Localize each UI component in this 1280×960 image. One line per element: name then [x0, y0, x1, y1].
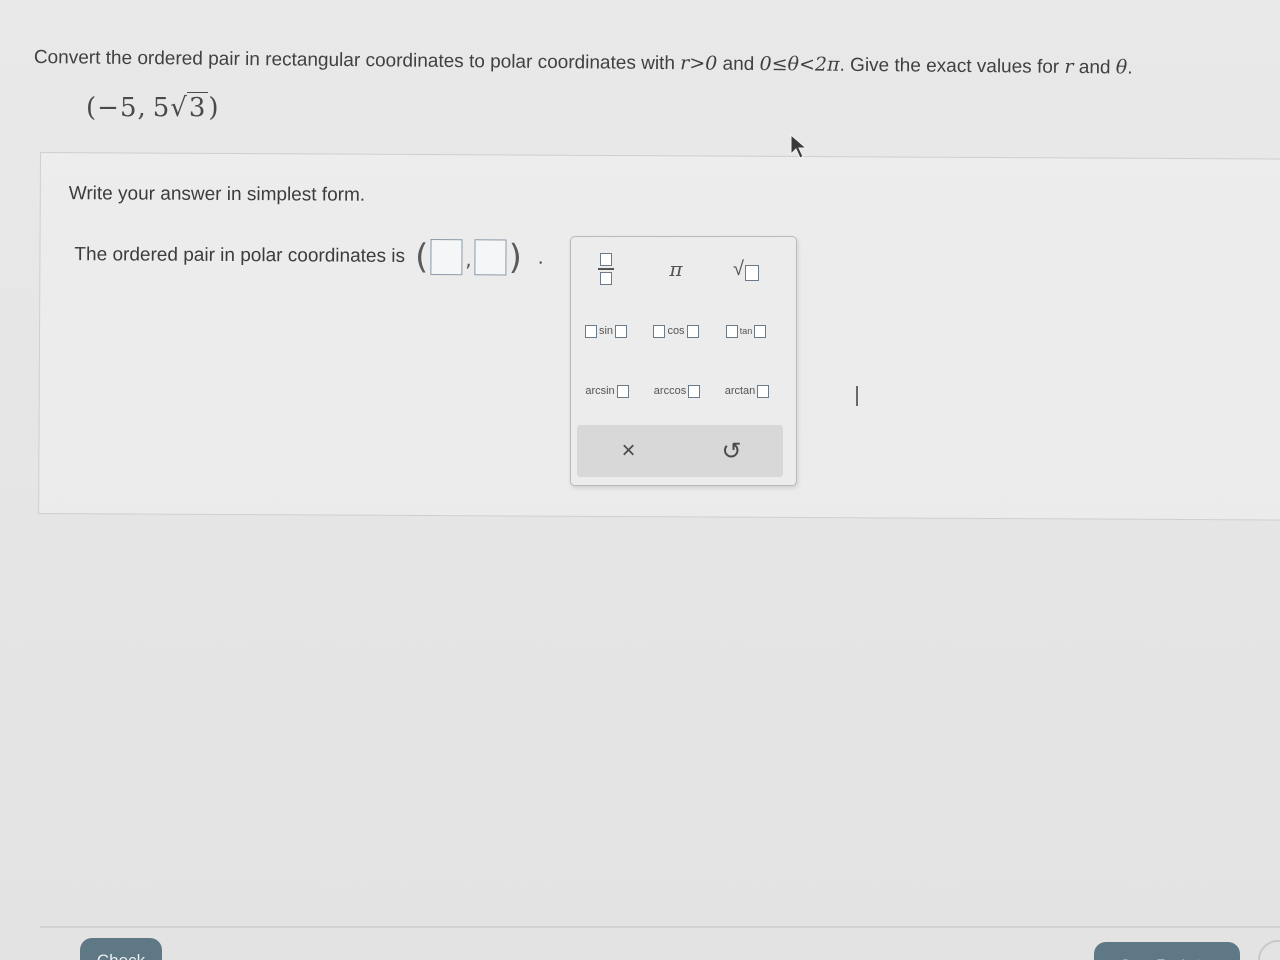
answer-label: The ordered pair in polar coordinates is	[74, 244, 406, 267]
var-theta: θ	[1115, 56, 1128, 79]
answer-comma: ,	[465, 247, 472, 272]
prompt-period: .	[1127, 57, 1133, 79]
save-for-later-button[interactable]: Save For Later	[1094, 942, 1240, 960]
answer-ordered-pair: ( , )	[414, 236, 523, 278]
tan-label: tan	[739, 326, 753, 336]
edge-round-button[interactable]	[1258, 940, 1280, 960]
arccos-label: arccos	[653, 385, 687, 397]
given-y-radicand: 3	[186, 92, 209, 123]
fraction-button[interactable]	[578, 253, 634, 285]
answer-line: The ordered pair in polar coordinates is…	[74, 236, 544, 278]
footer-divider	[40, 926, 1280, 928]
given-y-radical: √ 3	[170, 92, 209, 123]
condition-theta: 0≤θ<2π	[759, 52, 840, 76]
sqrt-button[interactable]: √	[718, 253, 774, 285]
prompt-text-post: . Give the exact values for	[839, 54, 1065, 78]
fraction-icon	[598, 253, 614, 285]
arctan-button[interactable]: arctan	[718, 375, 774, 407]
text-caret	[856, 386, 858, 406]
math-keypad: π √ sin cos tan arcsin arccos arctan × ↺	[570, 236, 797, 486]
keypad-row-2: sin cos tan	[571, 315, 781, 347]
tan-button[interactable]: tan	[718, 315, 774, 347]
given-x-value: −5,	[97, 92, 147, 123]
keypad-row-3: arcsin arccos arctan	[571, 375, 781, 407]
keypad-row-1: π √	[571, 253, 781, 285]
arctan-label: arctan	[724, 385, 756, 397]
pi-icon: π	[669, 257, 683, 281]
prompt-text-pre: Convert the ordered pair in rectangular …	[33, 46, 681, 75]
answer-close-paren: )	[508, 237, 523, 278]
cos-button[interactable]: cos	[648, 315, 704, 347]
pi-button[interactable]: π	[648, 253, 704, 285]
check-button[interactable]: Check	[80, 938, 162, 960]
given-close-paren: )	[208, 92, 220, 123]
question-prompt: Convert the ordered pair in rectangular …	[34, 46, 1244, 81]
given-open-paren: (	[86, 92, 98, 123]
answer-theta-input[interactable]	[474, 239, 507, 276]
answer-instruction: Write your answer in simplest form.	[68, 183, 366, 206]
arcsin-label: arcsin	[585, 385, 615, 397]
answer-period: .	[537, 246, 544, 269]
cos-label: cos	[667, 325, 685, 337]
prompt-text-and-2: and	[1073, 56, 1116, 79]
var-r: r	[1064, 55, 1074, 78]
undo-icon: ↺	[721, 437, 742, 465]
undo-button[interactable]: ↺	[704, 435, 760, 467]
sin-button[interactable]: sin	[578, 315, 634, 347]
answer-r-input[interactable]	[430, 239, 463, 276]
clear-button[interactable]: ×	[601, 435, 657, 467]
sqrt-icon: √	[733, 258, 759, 281]
sin-label: sin	[598, 325, 614, 337]
sqrt-symbol: √	[170, 93, 188, 123]
given-ordered-pair: ( −5, 5 √ 3 )	[86, 92, 220, 123]
close-icon: ×	[621, 437, 636, 464]
keypad-actions: × ↺	[577, 425, 783, 477]
answer-open-paren: (	[414, 236, 429, 278]
given-y-coefficient: 5	[152, 92, 171, 123]
prompt-text-and: and	[717, 53, 760, 75]
arcsin-button[interactable]: arcsin	[578, 375, 634, 407]
arccos-button[interactable]: arccos	[648, 375, 704, 407]
condition-r: r>0	[680, 52, 718, 75]
